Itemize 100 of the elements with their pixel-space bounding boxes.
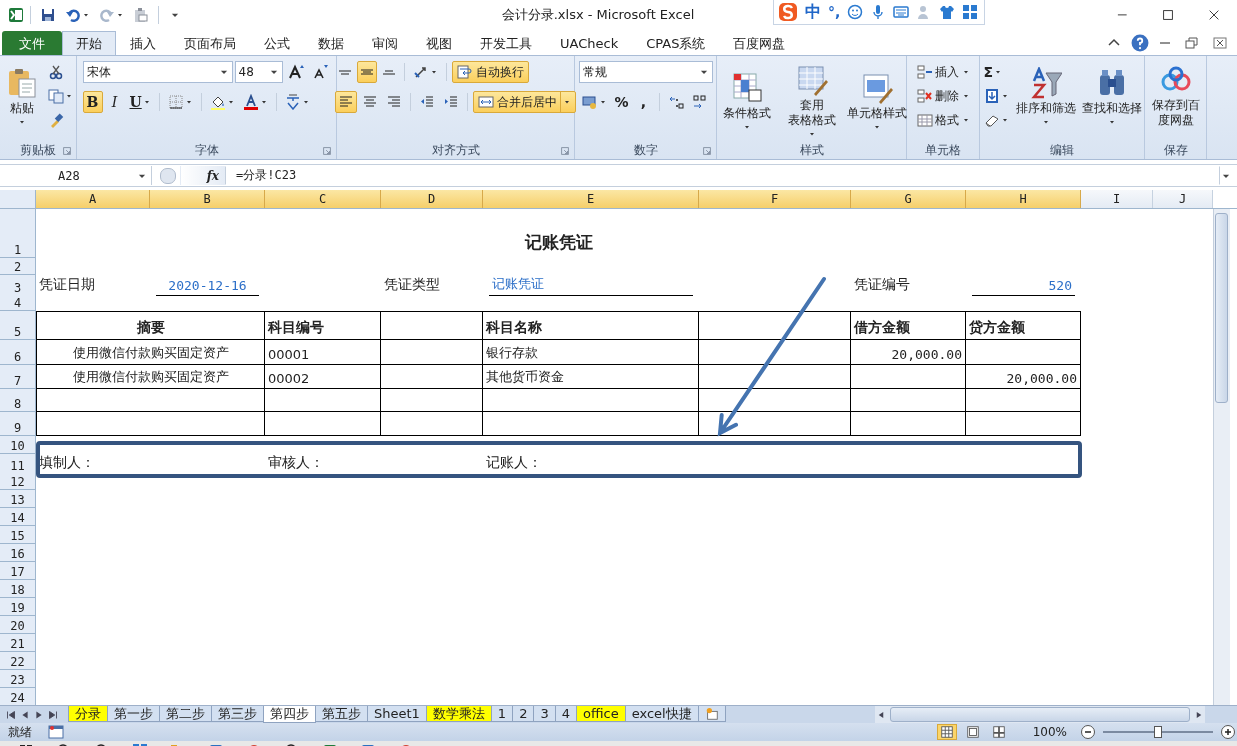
row-header[interactable]: 11 [0,454,36,474]
row-header[interactable]: 20 [0,616,36,634]
row-header[interactable]: 17 [0,562,36,580]
view-button[interactable] [936,724,957,740]
percent-button[interactable]: % [611,91,632,113]
row-header[interactable]: 16 [0,544,36,562]
ribbon-tab[interactable]: CPAS系统 [632,31,720,55]
zoom-out-button[interactable] [1079,723,1097,741]
ribbon-button[interactable]: 自动换行 [452,61,529,83]
sheet-tab[interactable]: 2 [512,706,535,722]
ribbon-tab[interactable]: 文件 [2,31,62,55]
ribbon-button[interactable]: 插入 [913,61,973,83]
row-header[interactable]: 18 [0,580,36,598]
row-header[interactable]: 7 [0,365,36,389]
help-icon[interactable] [1131,34,1149,52]
sheet-tab[interactable]: excel快捷 [624,706,699,722]
sheet-tab[interactable]: Sheet1 [367,706,427,722]
bold-button[interactable]: B [82,91,103,113]
sheet-tab[interactable]: 数学乘法 [425,706,492,722]
ribbon-tab[interactable]: 插入 [116,31,170,55]
column-header[interactable]: I [1081,190,1153,208]
ribbon-tab[interactable]: 审阅 [358,31,412,55]
ribbon-button[interactable]: 粘贴 [0,63,43,129]
row-header[interactable]: 2 [0,258,36,275]
row-header[interactable]: 19 [0,598,36,616]
punctuation-toggle[interactable]: °, [828,4,841,20]
ribbon-button[interactable]: 保存到百 度网盘 [1148,61,1203,131]
column-header[interactable]: F [699,190,851,208]
font-field[interactable]: 宋体 [82,61,233,83]
ribbon-button[interactable]: 删除 [913,85,973,107]
ribbon-button[interactable]: 查找和选择 [1079,63,1144,129]
sheet-tab[interactable]: 第一步 [107,706,160,722]
dialog-launcher-icon[interactable] [560,146,570,156]
ribbon-tab[interactable]: UACheck [546,31,633,55]
ribbon-button[interactable]: 格式 [913,109,973,131]
ribbon-button[interactable]: 单元格样式 [846,68,907,134]
sheet-tab[interactable]: 第三步 [211,706,264,722]
row-header[interactable]: 3 [0,275,36,296]
font-size-field[interactable]: 48 [234,61,283,83]
column-header[interactable]: C [265,190,381,208]
horizontal-scrollbar[interactable] [874,706,1205,723]
row-header[interactable]: 13 [0,490,36,508]
row-header[interactable]: 5 [0,311,36,340]
column-header[interactable]: B [150,190,265,208]
column-header[interactable]: E [483,190,699,208]
italic-button[interactable]: I [104,91,125,113]
new-sheet-button[interactable] [697,706,726,722]
ribbon-tab[interactable]: 公式 [250,31,304,55]
smiley-icon[interactable] [847,4,864,20]
sheet-tab[interactable]: 分录 [68,706,108,722]
sheet-tab[interactable]: 4 [554,706,577,722]
dialog-launcher-icon[interactable] [322,146,332,156]
row-header[interactable]: 1 [0,209,36,258]
input-method-logo-icon[interactable] [778,2,798,22]
ribbon-button[interactable]: 条件格式 [716,68,777,134]
insert-function-button[interactable]: fx [180,166,226,185]
ribbon-button[interactable]: 排序和筛选 [1013,63,1078,129]
row-header[interactable]: 4 [0,295,36,311]
column-header[interactable]: G [851,190,966,208]
row-header[interactable]: 6 [0,340,36,365]
ribbon-button[interactable]: 套用 表格格式 [778,61,845,141]
column-header[interactable]: A [36,190,150,208]
column-header[interactable]: D [381,190,483,208]
input-mode-toggle[interactable]: 中 [805,1,821,23]
row-header[interactable]: 22 [0,652,36,670]
scroll-thumb[interactable] [1215,213,1228,403]
vertical-scrollbar[interactable] [1213,209,1230,705]
ribbon-tab[interactable]: 开始 [62,31,116,55]
comma-button[interactable]: , [633,91,654,113]
slider-thumb[interactable] [1154,726,1162,738]
row-header[interactable]: 15 [0,526,36,544]
sheet-tab[interactable]: 3 [533,706,556,722]
column-header[interactable]: H [966,190,1081,208]
sheet-tab[interactable]: 第五步 [315,706,368,722]
macro-icon[interactable] [48,724,64,740]
dialog-launcher-icon[interactable] [62,146,72,156]
splitter-handle[interactable] [160,167,176,184]
ribbon-tab[interactable]: 视图 [412,31,466,55]
align-middle-button[interactable] [357,61,377,83]
row-header[interactable]: 14 [0,508,36,526]
ribbon-tab[interactable]: 页面布局 [170,31,250,55]
dialog-launcher-icon[interactable] [702,146,712,156]
row-header[interactable]: 9 [0,412,36,436]
sheet-tab[interactable]: 第四步 [263,706,316,723]
row-header[interactable]: 8 [0,389,36,412]
ribbon-button[interactable]: 合并后居中 [473,91,576,113]
row-header[interactable]: 12 [0,472,36,490]
zoom-in-button[interactable] [1219,723,1237,741]
number-format-field[interactable]: 常规 [578,61,713,83]
sheet-tab[interactable]: 第二步 [159,706,212,722]
zoom-level[interactable]: 100% [1032,725,1067,739]
row-header[interactable]: 24 [0,688,36,705]
formula-field[interactable]: =分录!C23 [226,167,1219,184]
shirt-icon[interactable] [939,4,956,20]
ribbon-tab[interactable]: 开发工具 [466,31,546,55]
name-box[interactable]: A28 [0,166,152,185]
ribbon-tab[interactable]: 数据 [304,31,358,55]
scroll-thumb[interactable] [889,707,1190,722]
underline-button[interactable]: U [126,91,154,113]
align-left-button[interactable] [335,91,357,113]
